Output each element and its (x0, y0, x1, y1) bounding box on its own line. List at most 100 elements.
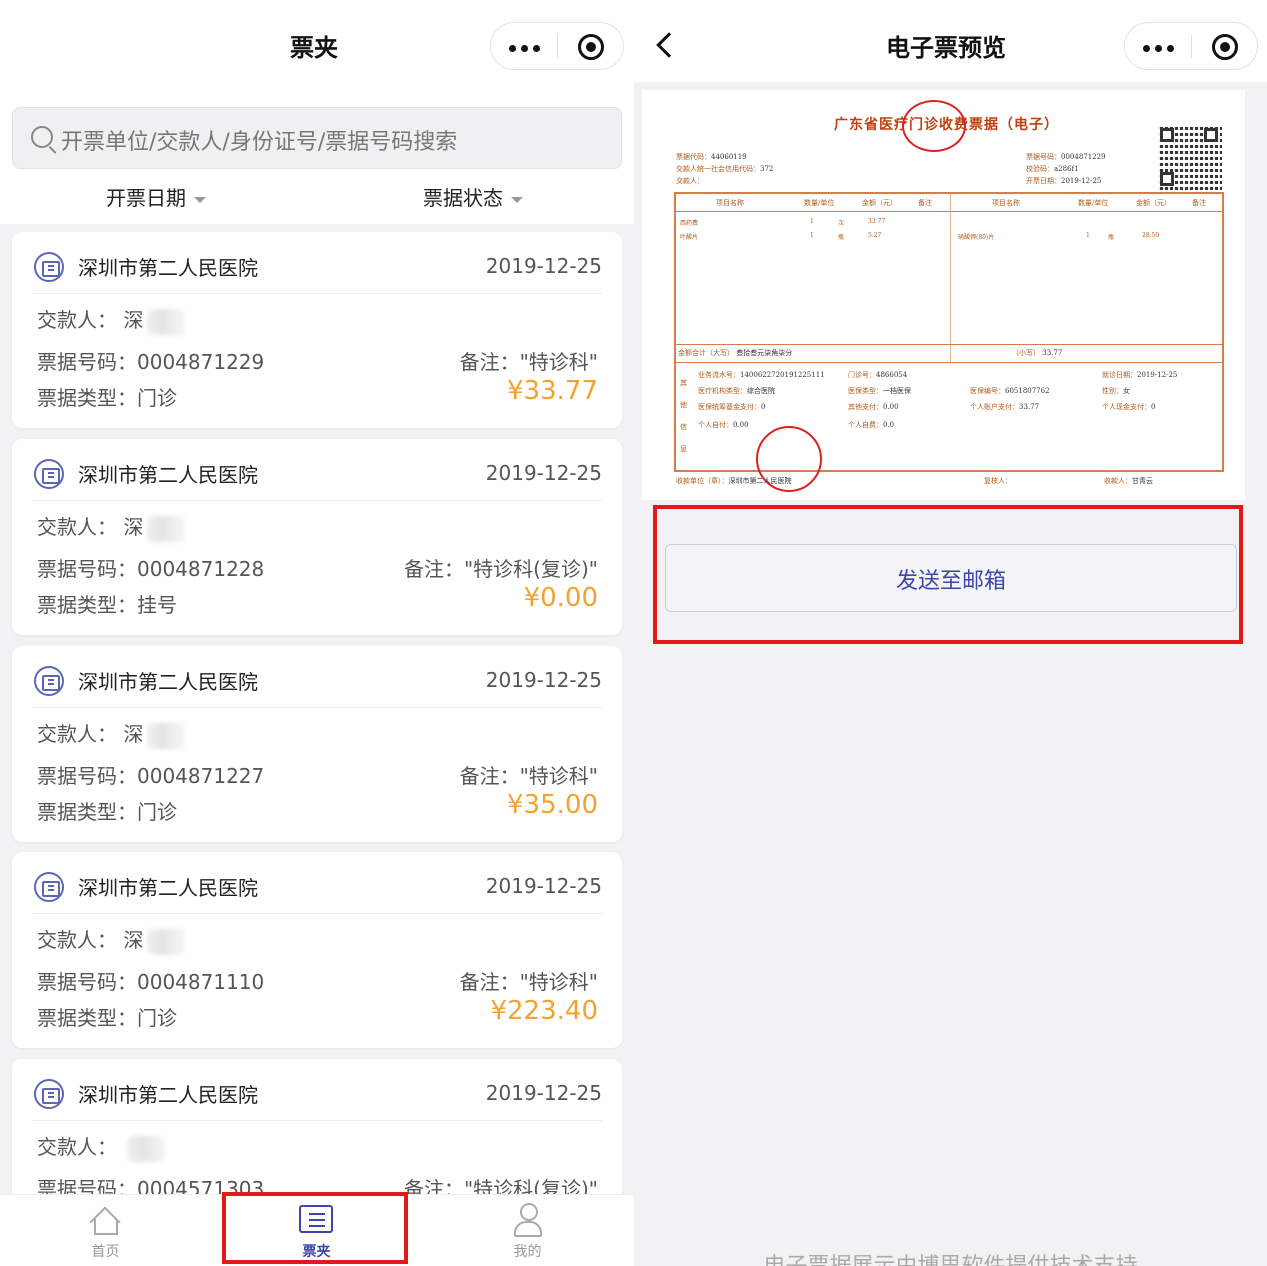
invoice-code: 票据代码：44060119 (676, 153, 747, 161)
card-payer: 交款人： 深 (37, 718, 186, 749)
card-remark: 备注："特诊科" (459, 350, 598, 374)
invoice-table: 项目名称 数量/单位 金额（元） 备注 项目名称 数量/单位 金额（元） 备注 … (674, 192, 1224, 472)
card-remark: 备注："特诊科" (459, 970, 598, 994)
ticket-card[interactable]: 深圳市第二人民医院 2019-12-25 交款人： 深 票据号码：0004871… (12, 646, 622, 842)
tab-home[interactable]: 首页 (0, 1195, 211, 1266)
highlight-box-send (653, 505, 1243, 644)
more-icon[interactable] (1143, 45, 1179, 52)
caret-down-icon (511, 196, 523, 203)
hospital-receipt-icon (34, 666, 64, 696)
qr-code-icon (1158, 126, 1222, 190)
tab-mine[interactable]: 我的 (422, 1195, 633, 1266)
filter-label: 开票日期 (106, 186, 186, 210)
hospital-receipt-icon (34, 459, 64, 489)
card-amount: ¥35.00 (507, 790, 598, 820)
card-payer: 交款人： 深 (37, 924, 186, 955)
card-payer: 交款人： 深 (37, 304, 186, 335)
close-program-icon[interactable] (578, 34, 604, 60)
e-ticket-preview-screen: 电子票预览 广东省医疗门诊收费票据（电子） 票据代码：44060119 交款人统… (634, 0, 1267, 1266)
mini-program-capsule (1124, 22, 1258, 70)
card-org: 深圳市第二人民医院 (78, 256, 258, 280)
invoice-check-code: 校验码：a286f1 (1026, 165, 1079, 173)
card-org: 深圳市第二人民医院 (78, 463, 258, 487)
card-ticket-type: 票据类型：门诊 (37, 800, 177, 824)
card-payer: 交款人： 深 (37, 511, 186, 542)
filter-ticket-status[interactable]: 票据状态 (423, 182, 523, 211)
card-ticket-no: 票据号码：0004871229 (37, 350, 265, 374)
card-date: 2019-12-25 (485, 668, 602, 692)
capsule-divider (557, 35, 558, 59)
invoice-payer: 交款人： (676, 177, 704, 185)
table-rule (676, 362, 1222, 363)
invoice: 广东省医疗门诊收费票据（电子） 票据代码：44060119 交款人统一社会信用代… (674, 96, 1230, 492)
back-icon[interactable] (656, 32, 682, 58)
hospital-receipt-icon (34, 1079, 64, 1109)
ticket-folder-screen: 票夹 开票单位/交款人/身份证号/票据号码搜索 开票日期 票据状态 深圳市第二人… (0, 0, 634, 1266)
tech-support-note: 电子票据展示由博思软件提供技术支持 (634, 1248, 1267, 1266)
page-title: 电子票预览 (886, 34, 1006, 62)
caret-down-icon (194, 196, 206, 203)
invoice-payee-unit: 收款单位（章）：深圳市第二人民医院 (676, 477, 792, 485)
ticket-card[interactable]: 深圳市第二人民医院 2019-12-25 交款人： 深 票据号码：0004871… (12, 439, 622, 635)
card-date: 2019-12-25 (485, 254, 602, 278)
invoice-image[interactable]: 广东省医疗门诊收费票据（电子） 票据代码：44060119 交款人统一社会信用代… (642, 90, 1245, 500)
right-header: 电子票预览 (634, 0, 1267, 82)
other-info-label: 其他信息 (680, 379, 687, 453)
close-program-icon[interactable] (1212, 34, 1238, 60)
invoice-payee: 收款人：甘青云 (1104, 477, 1153, 485)
filter-issue-date[interactable]: 开票日期 (106, 182, 206, 211)
card-amount: ¥223.40 (490, 996, 598, 1026)
card-divider (32, 1120, 602, 1121)
card-divider (32, 707, 602, 708)
card-ticket-no: 票据号码：0004871110 (37, 970, 265, 994)
finance-seal-icon (902, 100, 966, 152)
card-divider (32, 913, 602, 914)
card-remark: 备注："特诊科" (459, 764, 598, 788)
filter-label: 票据状态 (423, 186, 503, 210)
invoice-credit-code: 交款人统一社会信用代码：372 (676, 165, 774, 173)
hospital-receipt-icon (34, 252, 64, 282)
table-col-divider (950, 194, 951, 362)
card-amount: ¥0.00 (523, 583, 598, 613)
card-payer: 交款人： (37, 1131, 166, 1162)
highlight-box-tab (222, 1192, 408, 1264)
invoice-total-words: 金额合计（大写） 叁拾叁元柒角柒分 (678, 349, 793, 357)
mini-program-capsule (490, 22, 624, 70)
search-icon (31, 126, 53, 148)
page-title: 票夹 (290, 34, 338, 62)
ticket-card[interactable]: 深圳市第二人民医院 2019-12-25 交款人： 深 票据号码：0004871… (12, 232, 622, 428)
card-date: 2019-12-25 (485, 874, 602, 898)
card-amount: ¥33.77 (507, 376, 598, 406)
card-ticket-type: 票据类型：挂号 (37, 593, 177, 617)
card-ticket-no: 票据号码：0004871227 (37, 764, 265, 788)
card-divider (32, 500, 602, 501)
card-ticket-type: 票据类型：门诊 (37, 386, 177, 410)
card-date: 2019-12-25 (485, 461, 602, 485)
card-date: 2019-12-25 (485, 1081, 602, 1105)
search-input[interactable]: 开票单位/交款人/身份证号/票据号码搜索 (61, 124, 457, 156)
card-ticket-no: 票据号码：0004871228 (37, 557, 265, 581)
invoice-table-header: 项目名称 数量/单位 金额（元） 备注 项目名称 数量/单位 金额（元） 备注 (676, 194, 1222, 212)
card-org: 深圳市第二人民医院 (78, 876, 258, 900)
item-name: 西药费 (680, 220, 699, 227)
ticket-card[interactable]: 深圳市第二人民医院 2019-12-25 交款人： 深 票据号码：0004871… (12, 852, 622, 1048)
capsule-divider (1191, 35, 1192, 59)
user-icon (514, 1203, 542, 1237)
invoice-total: （小写） 33.77 (1012, 349, 1063, 357)
card-remark: 备注："特诊科(复诊)" (403, 557, 598, 581)
search-bar[interactable]: 开票单位/交款人/身份证号/票据号码搜索 (12, 107, 622, 169)
hospital-receipt-icon (34, 872, 64, 902)
card-divider (32, 293, 602, 294)
invoice-number: 票据号码：0004871229 (1026, 153, 1106, 161)
table-rule (676, 344, 1222, 345)
more-icon[interactable] (509, 45, 545, 52)
invoice-date: 开票日期：2019-12-25 (1026, 177, 1102, 185)
home-icon (88, 1205, 122, 1235)
tab-label: 我的 (513, 1244, 542, 1260)
card-org: 深圳市第二人民医院 (78, 670, 258, 694)
card-org: 深圳市第二人民医院 (78, 1083, 258, 1107)
tab-label: 首页 (91, 1244, 120, 1260)
item-name: 叶酸片 (680, 234, 699, 241)
left-header: 票夹 开票单位/交款人/身份证号/票据号码搜索 开票日期 票据状态 (0, 0, 634, 224)
item-name: 硝酸钾(80)片 (958, 234, 995, 241)
